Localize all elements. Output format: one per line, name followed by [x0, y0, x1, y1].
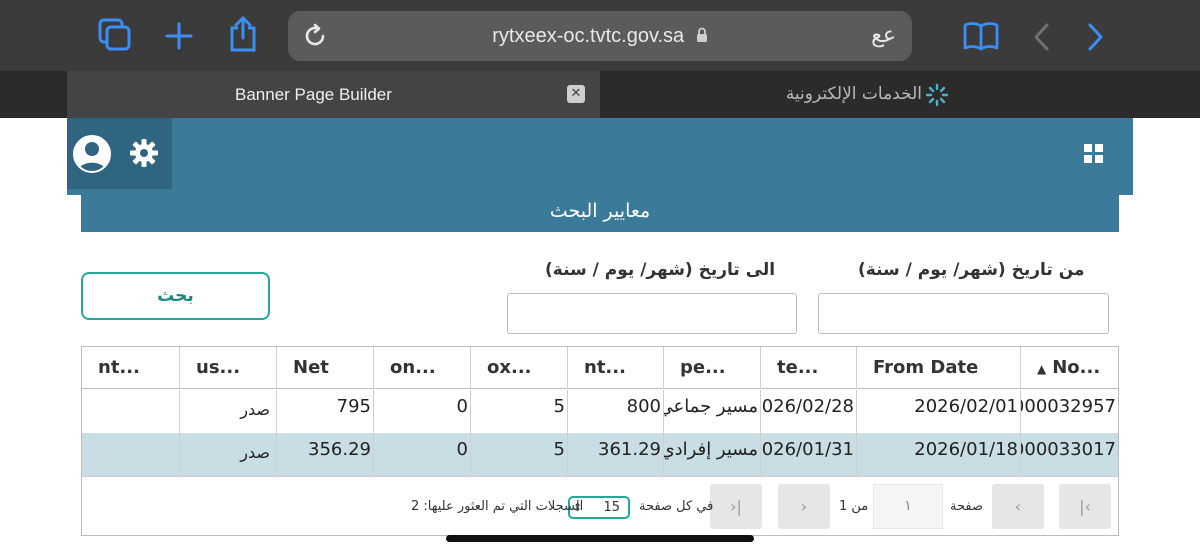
- share-icon[interactable]: [228, 16, 258, 52]
- cell-no: 000033017: [1021, 439, 1116, 460]
- cell-amount: 800: [568, 390, 664, 433]
- close-icon[interactable]: ✕: [567, 85, 585, 103]
- cell-status: صدر: [180, 433, 277, 476]
- cell-box: 5: [471, 433, 568, 476]
- records-found-label: السجلات التي تم العثور عليها: 2: [411, 499, 584, 514]
- tab-label: الخدمات الإلكترونية: [785, 84, 922, 104]
- home-indicator[interactable]: [446, 535, 754, 542]
- cell-status: صدر: [180, 390, 277, 433]
- cell-type: مسير جماعي: [664, 390, 761, 433]
- column-header-6[interactable]: ox...: [471, 347, 568, 389]
- address-bar[interactable]: rytxeex-oc.tvtc.gov.sa عع: [288, 11, 912, 61]
- cell-net: 795: [277, 390, 374, 433]
- to-date-label: الى تاريخ (شهر/ يوم / سنة): [545, 260, 776, 280]
- page-content: معايير البحث من تاريخ (شهر/ يوم / سنة) ا…: [0, 118, 1200, 554]
- reader-aa-button[interactable]: عع: [871, 11, 896, 61]
- pagination-bar: |‹ ‹ صفحة ١ من 1 › ›| في كل صفحة 15 ⇕ ال…: [82, 476, 1118, 535]
- cell-deduction: 0: [374, 390, 471, 433]
- column-header-no[interactable]: ▲ No...: [1021, 347, 1118, 389]
- app-header: [67, 118, 1133, 195]
- gear-icon[interactable]: [129, 138, 159, 172]
- browser-toolbar: rytxeex-oc.tvtc.gov.sa عع: [0, 0, 1200, 71]
- cell-to-date: 2026/01/31: [761, 433, 857, 476]
- column-header-7[interactable]: on...: [374, 347, 471, 389]
- cell-deduction: 0: [374, 433, 471, 476]
- back-icon[interactable]: [1032, 22, 1052, 52]
- cell-net: 356.29: [277, 433, 374, 476]
- last-page-button[interactable]: ›|: [710, 484, 762, 529]
- search-button[interactable]: بحث: [81, 272, 270, 320]
- tabs-overview-icon[interactable]: [98, 18, 132, 52]
- tab-banner-page-builder[interactable]: Banner Page Builder ✕: [67, 71, 600, 118]
- tab-eservices[interactable]: الخدمات الإلكترونية: [600, 71, 1200, 118]
- cell-no: 000032957: [1021, 396, 1116, 417]
- apps-grid-icon[interactable]: [1084, 144, 1104, 168]
- cell-extra: [82, 433, 180, 476]
- column-header-10[interactable]: nt...: [82, 347, 180, 389]
- from-date-label: من تاريخ (شهر/ يوم / سنة): [858, 260, 1085, 280]
- user-menu[interactable]: [67, 118, 172, 189]
- column-header-4[interactable]: pe...: [664, 347, 761, 389]
- table-row[interactable]: صدر 795 0 5 800 مسير جماعي 2026/02/28 20…: [82, 390, 1118, 433]
- tab-bar-gap: [0, 71, 67, 118]
- column-header-5[interactable]: nt...: [568, 347, 664, 389]
- from-date-input[interactable]: [818, 293, 1109, 334]
- per-page-value: 15: [603, 500, 620, 515]
- cell-to-date: 2026/02/28: [761, 390, 857, 433]
- cell-type: مسير إفرادي: [664, 433, 761, 476]
- tab-bar: Banner Page Builder ✕ الخدمات الإلكتروني…: [0, 71, 1200, 118]
- column-header-9[interactable]: us...: [180, 347, 277, 389]
- cell-from-date: 2026/01/18: [857, 433, 1021, 476]
- new-tab-icon[interactable]: [165, 22, 193, 50]
- url-text: rytxeex-oc.tvtc.gov.sa: [492, 25, 685, 47]
- page-number-input[interactable]: ١: [873, 484, 943, 529]
- per-page-label: في كل صفحة: [639, 499, 714, 514]
- page-of-label: من 1: [839, 499, 869, 514]
- table-row[interactable]: صدر 356.29 0 5 361.29 مسير إفرادي 2026/0…: [82, 433, 1118, 476]
- lock-icon: [696, 12, 708, 62]
- next-page-button[interactable]: ›: [778, 484, 830, 529]
- tab-label: Banner Page Builder: [235, 85, 392, 104]
- column-header-no-label: No...: [1052, 357, 1101, 378]
- results-table: nt... us... Net on... ox... nt... pe... …: [81, 346, 1119, 536]
- search-criteria-title: معايير البحث: [81, 195, 1119, 232]
- first-page-button[interactable]: |‹: [1059, 484, 1111, 529]
- column-header-3[interactable]: te...: [761, 347, 857, 389]
- bookmarks-icon[interactable]: [962, 20, 1000, 52]
- url-display: rytxeex-oc.tvtc.gov.sa: [288, 11, 912, 61]
- cell-from-date: 2026/02/01: [857, 390, 1021, 433]
- avatar[interactable]: [73, 135, 111, 173]
- page-label: صفحة: [950, 499, 983, 514]
- loading-spinner-icon: [925, 83, 949, 111]
- sort-asc-icon: ▲: [1037, 362, 1047, 376]
- prev-page-button[interactable]: ‹: [992, 484, 1044, 529]
- column-header-net[interactable]: Net: [277, 347, 374, 389]
- forward-icon[interactable]: [1085, 22, 1105, 52]
- cell-box: 5: [471, 390, 568, 433]
- cell-extra: [82, 390, 180, 433]
- column-header-from-date[interactable]: From Date: [857, 347, 1021, 389]
- table-header: nt... us... Net on... ox... nt... pe... …: [82, 347, 1118, 389]
- cell-amount: 361.29: [568, 433, 664, 476]
- to-date-input[interactable]: [507, 293, 797, 334]
